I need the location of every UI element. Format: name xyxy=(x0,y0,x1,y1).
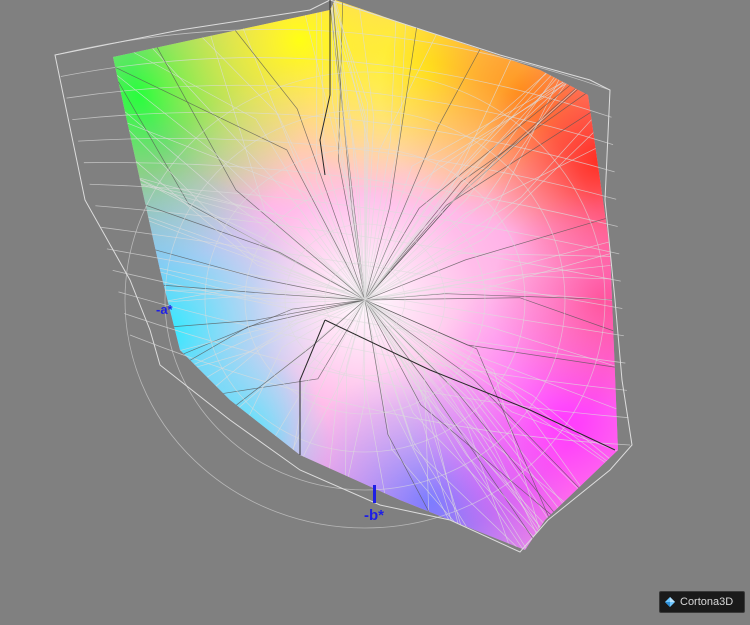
b-axis-label: -b* xyxy=(364,507,384,524)
cortona3d-badge[interactable]: Cortona3D xyxy=(659,591,745,613)
a-axis-label: -a* xyxy=(156,302,173,317)
b-axis-marker xyxy=(373,485,376,503)
3d-viewport[interactable]: -a* -b* Cortona3D xyxy=(0,0,750,620)
cortona-logo-icon xyxy=(665,597,675,607)
badge-text: Cortona3D xyxy=(680,596,734,608)
gamut-scene xyxy=(54,0,633,553)
